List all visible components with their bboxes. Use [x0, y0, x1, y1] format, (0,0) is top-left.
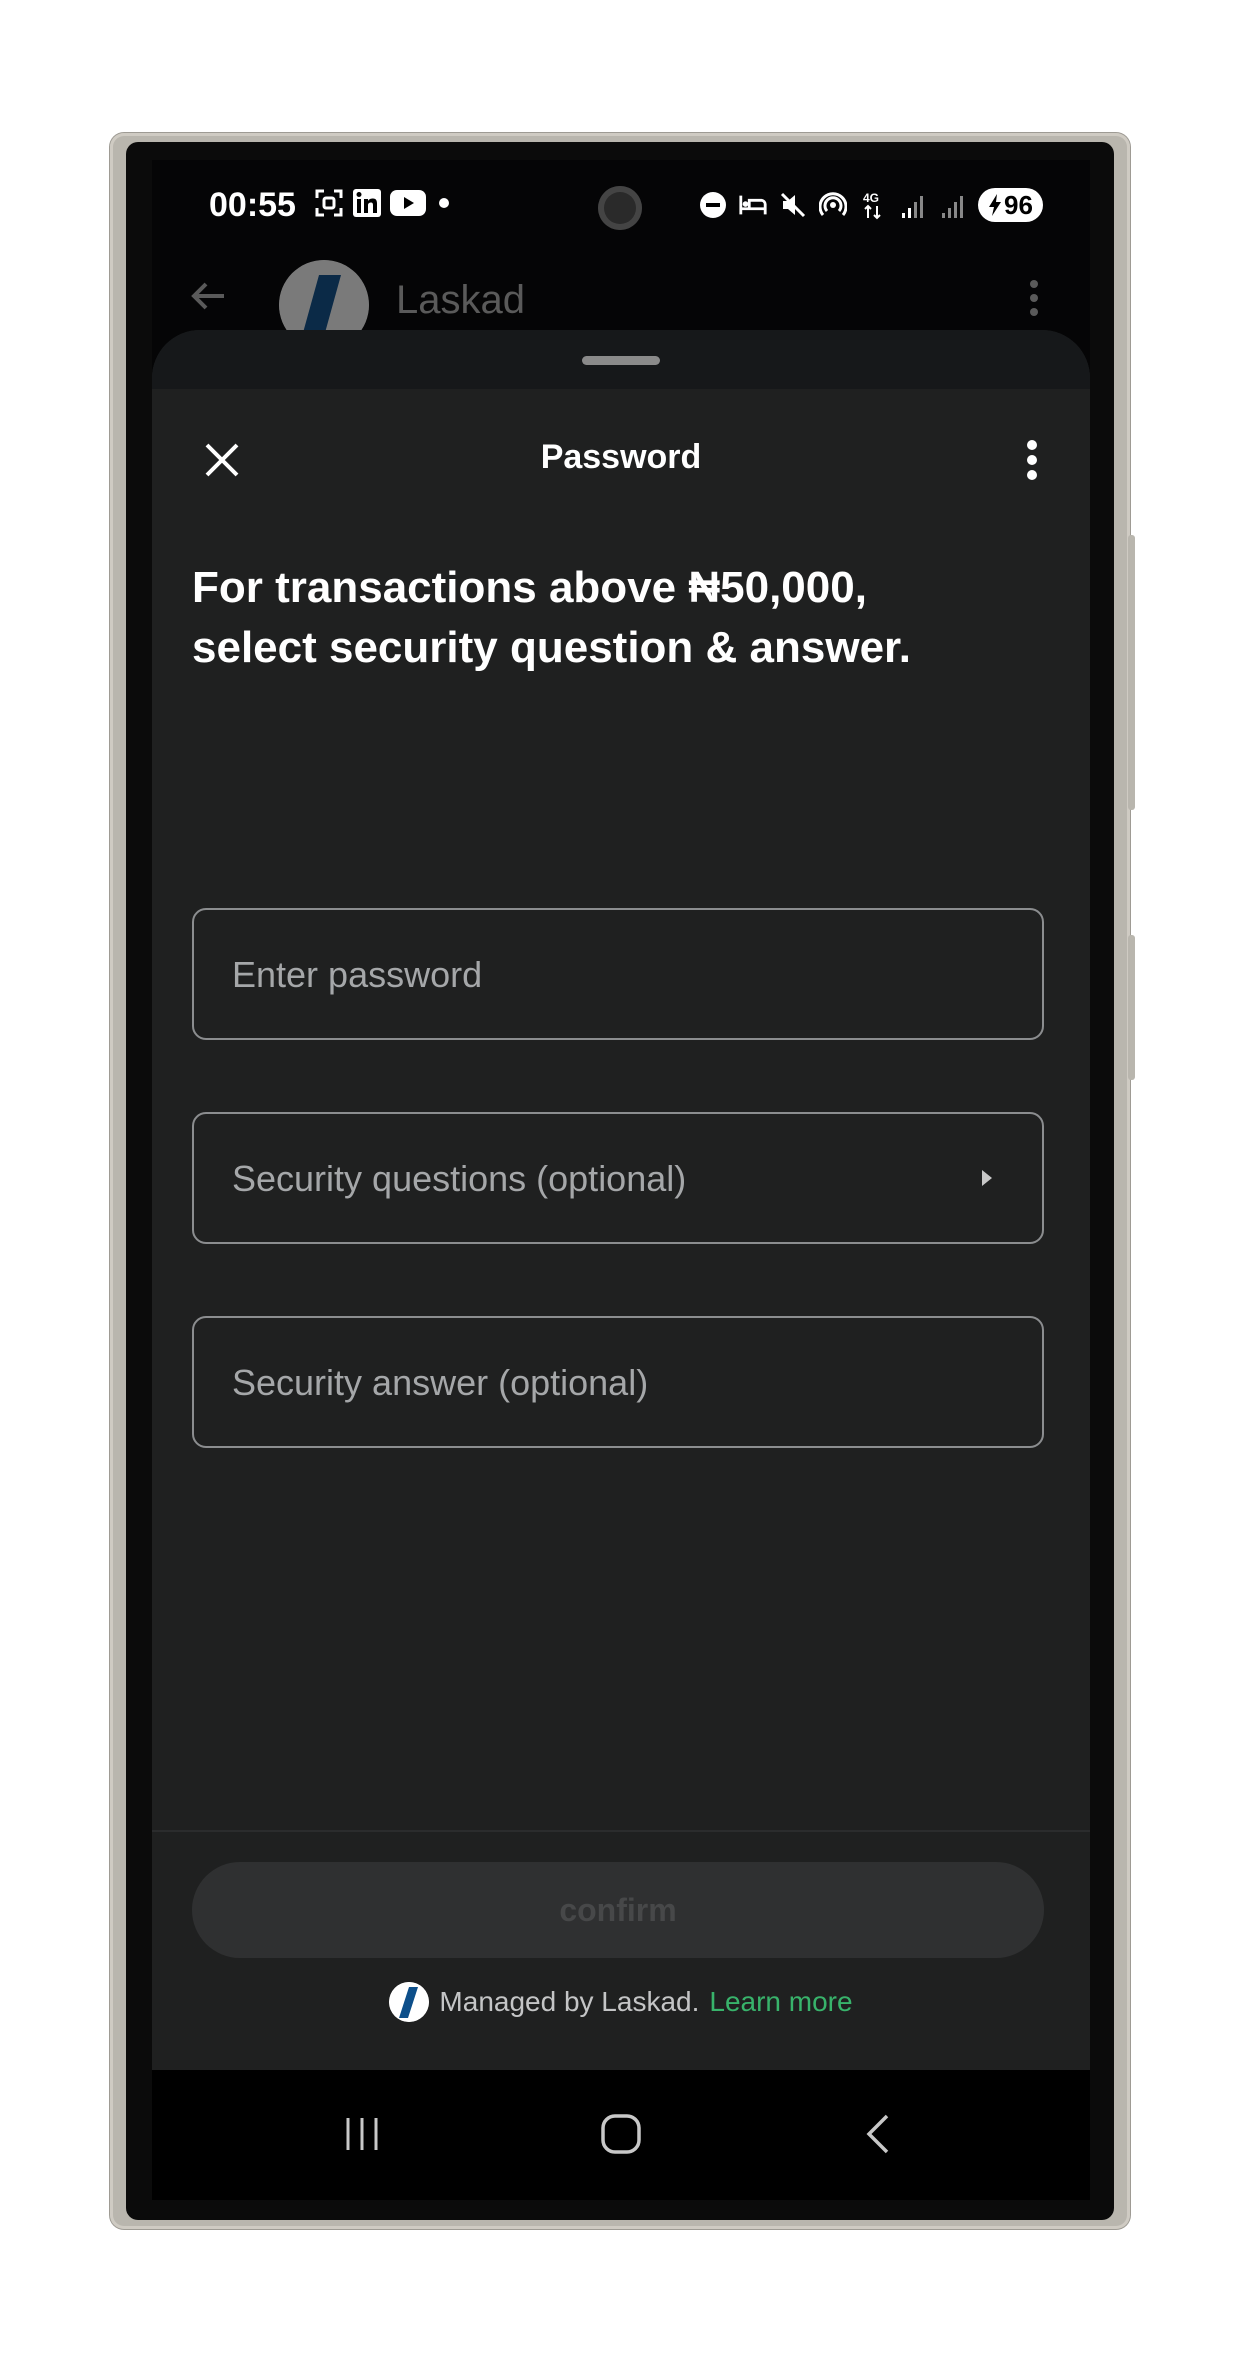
more-vert-icon: [1027, 440, 1037, 480]
back-button[interactable]: [849, 2104, 909, 2164]
security-answer-field[interactable]: [192, 1316, 1044, 1448]
security-answer-input[interactable]: [230, 1318, 994, 1448]
password-input[interactable]: [230, 910, 994, 1040]
charging-icon: [989, 194, 1001, 216]
background-app-bar: Laskad: [152, 250, 1090, 350]
back-arrow-icon: [188, 276, 228, 316]
password-bottom-sheet: Password For transactions above ₦50,000,…: [152, 330, 1090, 2070]
recents-icon: [346, 2118, 378, 2150]
managed-text: Managed by Laskad.: [439, 1986, 700, 2017]
linkedin-icon: [352, 188, 382, 218]
do-not-disturb-icon: [698, 190, 728, 220]
heading-line-2: select security question & answer.: [192, 623, 911, 672]
laskad-logo: [389, 1982, 430, 2022]
dropdown-arrow-icon: [982, 1170, 992, 1186]
footer-divider: [152, 1830, 1090, 1832]
heading-line-1: For transactions above ₦50,000,: [192, 563, 867, 612]
confirm-button[interactable]: confirm: [192, 1862, 1044, 1958]
more-options-button[interactable]: [1007, 430, 1057, 490]
background-app-title: Laskad: [396, 278, 525, 322]
instruction-heading: For transactions above ₦50,000, select s…: [192, 558, 1052, 678]
battery-indicator: 96: [978, 188, 1043, 222]
back-icon: [866, 2114, 889, 2154]
status-time: 00:55: [209, 186, 296, 224]
youtube-icon: [390, 188, 426, 218]
battery-level: 96: [1004, 189, 1033, 220]
front-camera: [598, 186, 642, 230]
signal-icon: [898, 190, 928, 220]
status-bar: 00:55 4G 96: [152, 160, 1090, 250]
sleep-mode-icon: [738, 190, 768, 220]
notification-dot-icon: [434, 188, 454, 218]
4g-data-icon: 4G: [858, 190, 888, 220]
power-key: [1128, 935, 1135, 1080]
password-field[interactable]: [192, 908, 1044, 1040]
screen: 00:55 4G 96 Laskad Password For transact…: [152, 160, 1090, 2200]
svg-text:4G: 4G: [863, 191, 879, 205]
more-vert-icon: [1026, 276, 1042, 320]
signal-icon: [938, 190, 968, 220]
home-button[interactable]: [591, 2104, 651, 2164]
learn-more-link[interactable]: Learn more: [709, 1986, 852, 2018]
sheet-title: Password: [540, 438, 702, 476]
home-icon: [601, 2114, 641, 2154]
volume-key: [1128, 535, 1135, 810]
navigation-bar: [152, 2070, 1090, 2200]
security-question-select[interactable]: Security questions (optional): [192, 1112, 1044, 1244]
hotspot-icon: [818, 190, 848, 220]
managed-by-footer: Managed by Laskad. Learn more: [152, 1982, 1090, 2022]
screenshot-icon: [314, 188, 344, 218]
security-question-label: Security questions (optional): [232, 1158, 687, 1199]
mute-icon: [778, 190, 808, 220]
recents-button[interactable]: [332, 2104, 392, 2164]
drag-handle[interactable]: [582, 356, 660, 365]
